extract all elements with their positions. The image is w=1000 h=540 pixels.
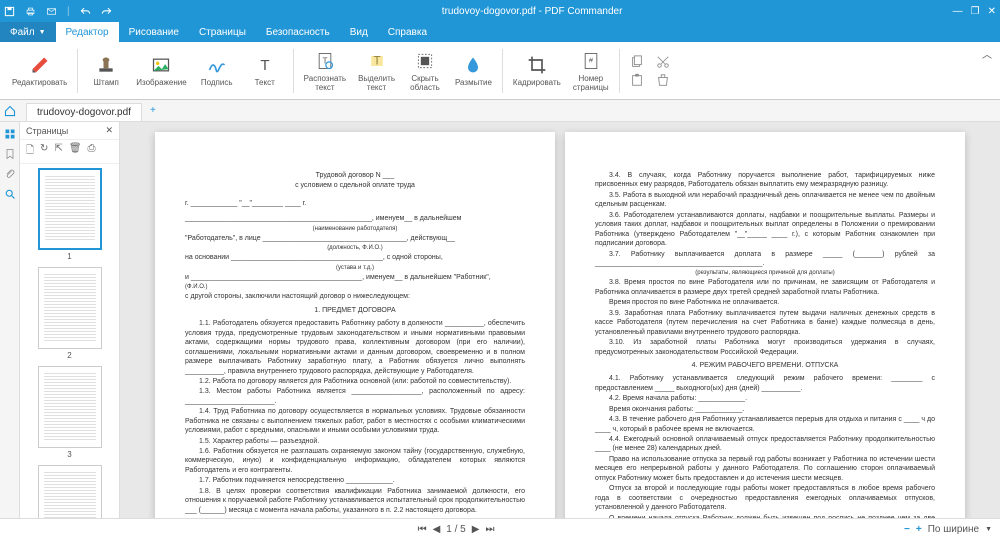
menu-editor[interactable]: Редактор <box>56 22 119 42</box>
collapse-ribbon-icon[interactable]: ︿ <box>982 46 992 61</box>
blur-button[interactable]: Размытие <box>449 44 498 98</box>
stamp-button[interactable]: Штамп <box>82 44 130 98</box>
document-tab[interactable]: trudovoy-dogovor.pdf <box>26 103 142 121</box>
page-1: Трудовой договор N ___ с условием о сдел… <box>155 132 555 518</box>
zoom-out-icon[interactable]: − <box>904 524 910 535</box>
thumb-delete-icon[interactable]: 🗑 <box>69 143 82 160</box>
thumb-export-icon[interactable]: ⇱ <box>54 143 62 160</box>
thumbnail-3[interactable]: 3 <box>24 366 115 459</box>
menu-help[interactable]: Справка <box>378 22 437 42</box>
thumbnail-2[interactable]: 2 <box>24 267 115 360</box>
save-icon[interactable] <box>4 6 15 17</box>
thumbs-close-icon[interactable]: ✕ <box>105 125 113 136</box>
thumb-rotate-icon[interactable]: ↻ <box>40 143 48 160</box>
menu-view[interactable]: Вид <box>340 22 378 42</box>
menu-file[interactable]: Файл ▼ <box>0 22 56 42</box>
page-prev-icon[interactable]: ◀ <box>433 524 441 535</box>
page-indicator: 1 / 5 <box>446 524 465 535</box>
page-first-icon[interactable]: ⏮ <box>418 524 427 535</box>
sidebar-thumbnails-icon[interactable] <box>4 128 16 140</box>
minimize-icon[interactable]: — <box>953 6 963 17</box>
add-tab-icon[interactable]: + <box>142 102 164 119</box>
highlight-button[interactable]: TВыделить текст <box>352 44 401 98</box>
thumbnail-4[interactable]: 4 <box>24 465 115 518</box>
close-icon[interactable]: ✕ <box>988 6 996 17</box>
maximize-icon[interactable]: ❐ <box>971 6 980 17</box>
window-title: trudovoy-dogovor.pdf - PDF Commander <box>112 6 953 17</box>
page-2: 3.4. В случаях, когда Работнику поручает… <box>565 132 965 518</box>
page-last-icon[interactable]: ⏭ <box>485 524 494 535</box>
copy-icon[interactable] <box>630 55 644 69</box>
document-viewer[interactable]: Трудовой договор N ___ с условием о сдел… <box>120 122 1000 518</box>
mail-icon[interactable] <box>46 6 57 17</box>
cut-icon[interactable] <box>656 55 670 69</box>
sidebar-attachments-icon[interactable] <box>4 168 16 180</box>
pagenum-button[interactable]: #Номер страницы <box>567 44 615 98</box>
svg-text:T: T <box>322 55 327 65</box>
zoom-in-icon[interactable]: + <box>916 524 922 535</box>
sidebar-search-icon[interactable] <box>4 188 16 200</box>
undo-icon[interactable] <box>80 6 91 17</box>
page-next-icon[interactable]: ▶ <box>472 524 480 535</box>
text-button[interactable]: TТекст <box>241 44 289 98</box>
svg-text:#: # <box>589 55 594 64</box>
thumbs-header-label: Страницы <box>26 126 68 136</box>
paste-icon[interactable] <box>630 73 644 87</box>
redo-icon[interactable] <box>101 6 112 17</box>
ocr-button[interactable]: TРаспознать текст <box>298 44 352 98</box>
menu-pages[interactable]: Страницы <box>189 22 256 42</box>
crop-button[interactable]: Кадрировать <box>507 44 567 98</box>
sep: | <box>67 6 70 17</box>
sidebar-bookmarks-icon[interactable] <box>4 148 16 160</box>
hide-button[interactable]: Скрыть область <box>401 44 449 98</box>
print-icon[interactable] <box>25 6 36 17</box>
fit-mode[interactable]: По ширине <box>928 524 979 535</box>
home-tab-icon[interactable] <box>4 105 26 117</box>
edit-button[interactable]: Редактировать <box>6 44 73 98</box>
menu-draw[interactable]: Рисование <box>119 22 189 42</box>
menu-security[interactable]: Безопасность <box>256 22 340 42</box>
image-button[interactable]: Изображение <box>130 44 192 98</box>
svg-text:T: T <box>260 57 269 74</box>
fit-dropdown-icon[interactable]: ▼ <box>985 526 992 533</box>
thumb-print-icon[interactable]: ⎙ <box>88 143 96 160</box>
signature-button[interactable]: Подпись <box>193 44 241 98</box>
thumb-new-icon[interactable]: 🗋 <box>26 143 34 160</box>
delete-icon[interactable] <box>656 73 670 87</box>
thumbnail-1[interactable]: 1 <box>24 168 115 261</box>
